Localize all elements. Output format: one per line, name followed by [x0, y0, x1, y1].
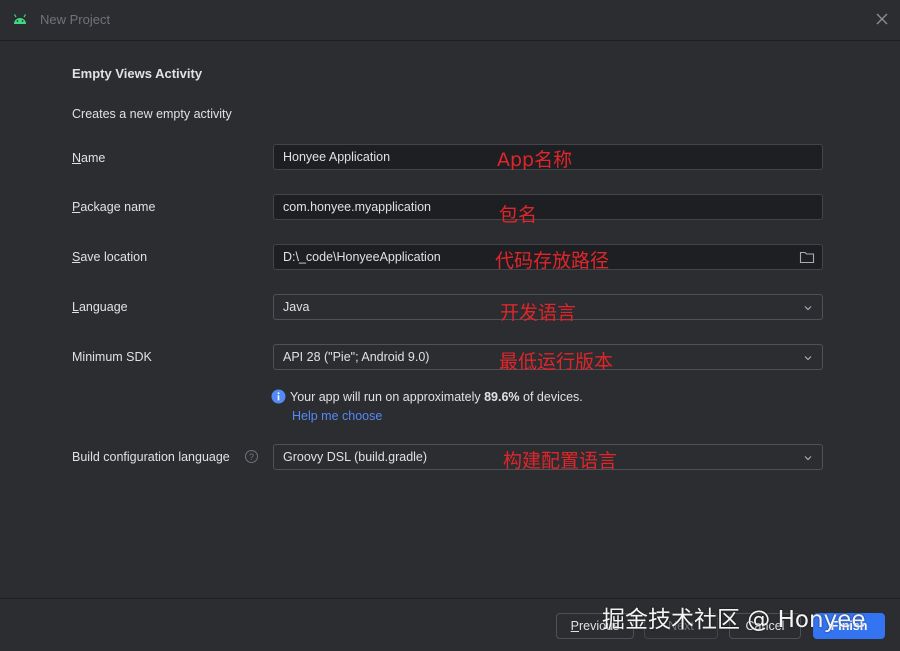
language-label-text: anguage — [78, 300, 128, 314]
close-icon[interactable] — [874, 11, 890, 27]
device-coverage-prefix: Your app will run on approximately — [290, 390, 485, 404]
info-icon — [271, 389, 286, 404]
save-location-label: Save location — [72, 250, 147, 264]
name-annotation: App名称 — [497, 149, 573, 171]
watermark: 掘金技术社区 @ Honyee — [602, 607, 866, 633]
page-heading: Empty Views Activity — [72, 66, 203, 81]
name-label-mnemonic: N — [72, 151, 82, 165]
build-config-label: Build configuration language — [72, 450, 230, 464]
chevron-down-icon — [804, 306, 812, 311]
device-coverage-percent: 89.6% — [484, 390, 520, 404]
help-icon[interactable]: ? — [245, 450, 258, 463]
language-value: Java — [283, 300, 310, 314]
save-location-annotation: 代码存放路径 — [495, 250, 610, 272]
package-name-value: com.honyee.myapplication — [283, 200, 431, 214]
title-bar: New Project — [0, 0, 900, 41]
save-location-label-text: ave location — [80, 250, 148, 264]
package-annotation: 包名 — [499, 204, 538, 226]
language-annotation: 开发语言 — [500, 302, 577, 324]
android-icon — [13, 14, 27, 24]
name-label-text: ame — [81, 151, 106, 165]
min-sdk-label: Minimum SDK — [72, 350, 152, 364]
chevron-down-icon — [804, 356, 812, 361]
chevron-down-icon — [804, 456, 812, 461]
previous-mnemonic: P — [570, 619, 580, 633]
save-location-value: D:\_code\HonyeeApplication — [283, 250, 441, 264]
build-config-value: Groovy DSL (build.gradle) — [283, 450, 428, 464]
name-label: Name — [72, 151, 105, 165]
page-description: Creates a new empty activity — [72, 107, 232, 121]
language-label: Language — [72, 300, 128, 314]
device-coverage-suffix: of devices. — [519, 390, 583, 404]
help-me-choose-link[interactable]: Help me choose — [292, 409, 382, 423]
main-content: Empty Views Activity Creates a new empty… — [0, 41, 900, 598]
language-label-mnemonic: L — [72, 300, 79, 314]
package-name-field[interactable]: com.honyee.myapplication — [273, 194, 823, 220]
build-config-annotation: 构建配置语言 — [503, 450, 618, 472]
min-sdk-annotation: 最低运行版本 — [499, 351, 614, 373]
min-sdk-value: API 28 ("Pie"; Android 9.0) — [283, 350, 430, 364]
folder-icon[interactable] — [799, 250, 815, 264]
window-title: New Project — [40, 12, 111, 27]
package-label: Package name — [72, 200, 155, 214]
name-value: Honyee Application — [283, 150, 391, 164]
device-coverage-text: Your app will run on approximately 89.6%… — [290, 390, 583, 404]
package-label-text: ackage name — [80, 200, 156, 214]
